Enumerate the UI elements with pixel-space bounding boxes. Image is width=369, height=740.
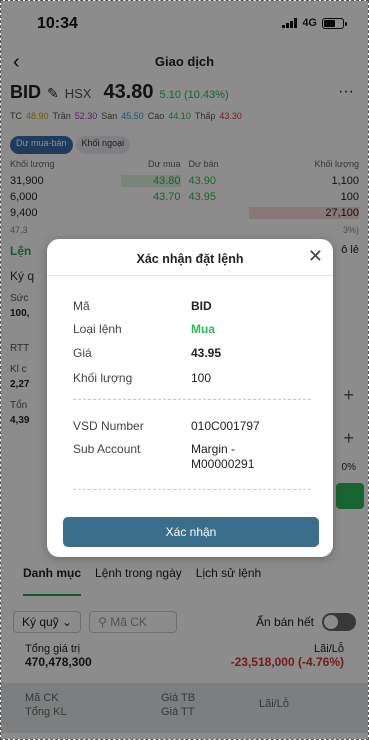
label: VSD Number [73,419,144,433]
value: Margin - M00000291 [191,442,255,471]
order-confirm-dialog: Xác nhận đặt lệnh ✕ Mã BID Loại lệnh Mua… [47,239,333,557]
label: Loại lệnh [73,322,122,336]
label: Sub Account [73,442,141,456]
divider [73,489,311,490]
value: Mua [191,322,215,336]
close-icon[interactable]: ✕ [308,243,323,269]
row-vsd-number: VSD Number 010C001797 [73,419,313,433]
label: Giá [73,346,92,360]
value: 43.95 [191,346,222,360]
confirm-button[interactable]: Xác nhận [63,517,319,547]
row-symbol: Mã BID [73,299,313,313]
value: BID [191,299,212,313]
label: Khối lượng [73,371,133,385]
label: Mã [73,299,90,313]
dialog-title: Xác nhận đặt lệnh [136,252,244,266]
value: 010C001797 [191,419,260,433]
row-sub-account: Sub Account Margin - M00000291 [73,442,313,472]
value: 100 [191,371,212,385]
divider [73,399,311,400]
row-price: Giá 43.95 [73,346,313,360]
row-order-type: Loại lệnh Mua [73,322,313,336]
phone-frame: 10:34 4G ‹ Giao dịch BID ✎ HSX 43.80 5.1… [0,0,369,740]
divider [47,275,333,276]
row-quantity: Khối lượng 100 [73,371,313,385]
